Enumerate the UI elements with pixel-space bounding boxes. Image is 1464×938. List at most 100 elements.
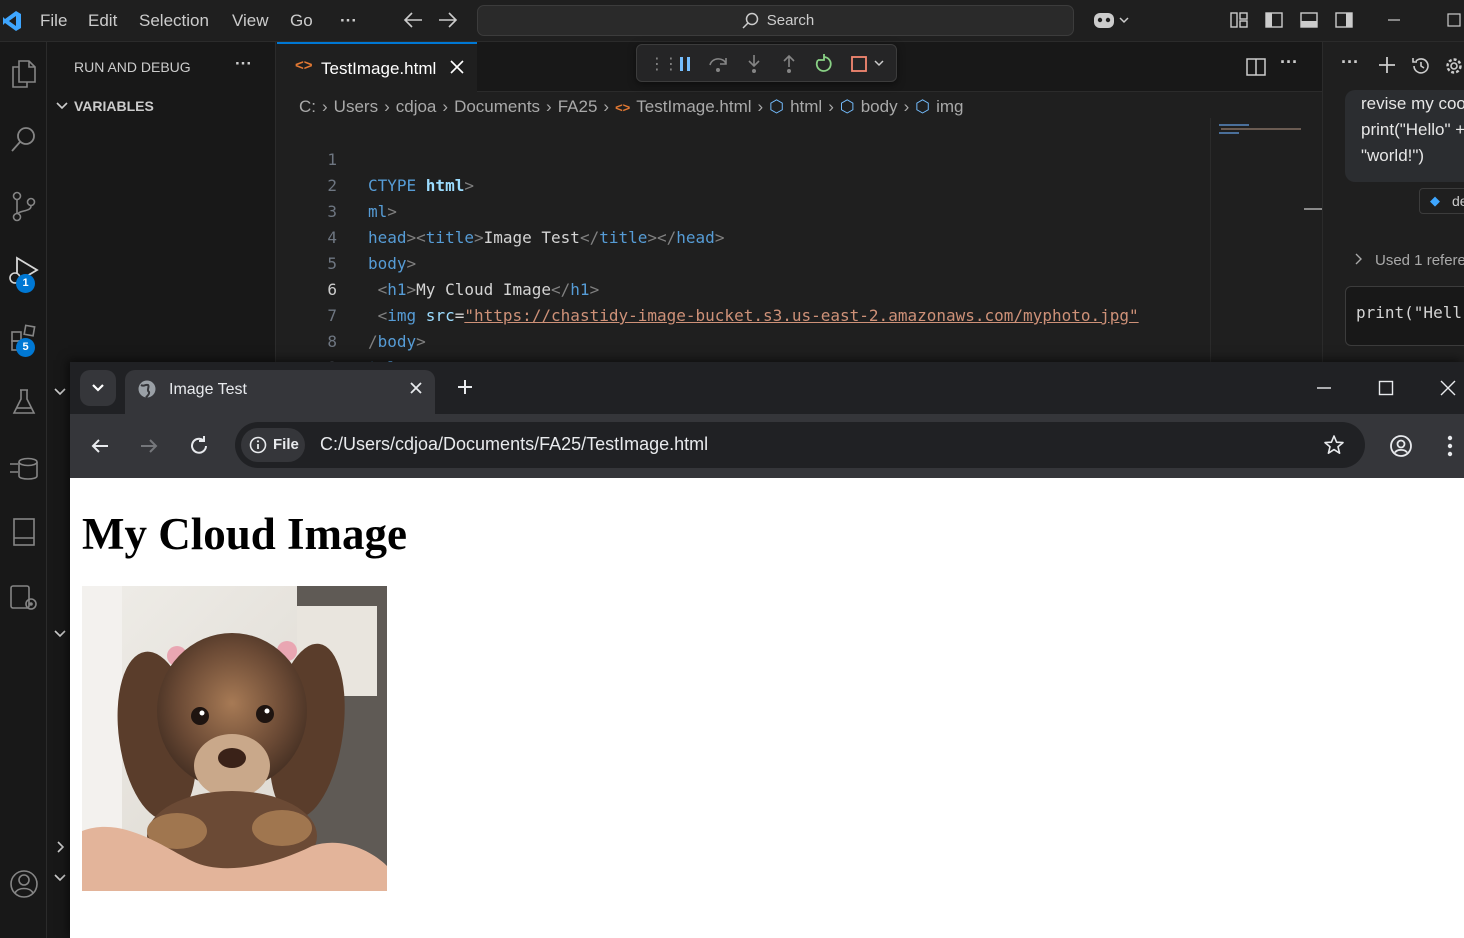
window-minimize-icon[interactable]	[1316, 380, 1332, 396]
file-reference-chip[interactable]: ◆ de	[1419, 188, 1464, 214]
code-line[interactable]: 2 ml>	[277, 147, 1322, 221]
run-debug-icon[interactable]: 1	[0, 246, 47, 294]
code-line[interactable]: 1 CTYPE html>	[277, 121, 1322, 195]
pause-icon[interactable]	[675, 54, 695, 74]
callstack-chevron-icon[interactable]	[53, 628, 67, 640]
variables-section-header[interactable]: VARIABLES	[74, 98, 154, 114]
split-editor-icon[interactable]	[1245, 56, 1267, 78]
code-line[interactable]: 4 body>	[277, 199, 1322, 273]
step-out-icon[interactable]	[778, 53, 800, 75]
breadcrumb-documents[interactable]: Documents	[454, 97, 540, 117]
browser-tab-strip: Image Test	[70, 362, 1464, 414]
site-info-chip[interactable]: File	[241, 428, 305, 462]
account-icon[interactable]	[0, 860, 47, 908]
sidebar-more-icon[interactable]: ···	[235, 54, 252, 74]
watch-chevron-icon[interactable]	[53, 386, 67, 398]
chevron-right-icon[interactable]	[1353, 252, 1365, 266]
search-view-icon[interactable]	[0, 116, 47, 164]
chevron-down-icon[interactable]	[55, 100, 69, 112]
code-line[interactable]: 7 /body>	[277, 277, 1322, 351]
forward-arrow-icon[interactable]	[437, 10, 459, 30]
breadcrumb-users[interactable]: Users	[334, 97, 378, 117]
drag-handle-icon[interactable]: ⋮⋮	[649, 54, 679, 74]
chevron-right-icon: ›	[384, 97, 390, 116]
breadcrumb-drive[interactable]: C:	[299, 97, 316, 117]
menu-go[interactable]: Go	[290, 0, 313, 42]
close-tab-icon[interactable]	[449, 59, 465, 75]
chevron-right-icon: ›	[903, 97, 910, 116]
book-icon[interactable]	[0, 508, 47, 556]
tab-search-button[interactable]	[80, 370, 116, 406]
toggle-secondary-sidebar-icon[interactable]	[1334, 10, 1354, 30]
minimize-icon[interactable]	[1386, 10, 1402, 30]
code-line[interactable]: 3 head><title>Image Test</title></head>	[277, 173, 1322, 247]
breakpoints-chevron-right-icon[interactable]	[55, 840, 67, 854]
browser-menu-icon[interactable]	[1446, 434, 1454, 458]
command-center-search[interactable]: Search	[477, 5, 1074, 36]
editor-more-icon[interactable]: ···	[1280, 52, 1298, 73]
remote-settings-icon[interactable]	[0, 574, 47, 622]
outline-chevron-icon[interactable]	[53, 872, 67, 884]
menu-selection[interactable]: Selection	[139, 0, 209, 42]
step-into-icon[interactable]	[743, 53, 765, 75]
page-heading: My Cloud Image	[82, 509, 407, 559]
copilot-icon[interactable]	[1092, 9, 1132, 31]
profile-icon[interactable]	[1389, 434, 1413, 458]
more-menu-icon[interactable]: ···	[340, 0, 357, 42]
customize-layout-icon[interactable]	[1229, 10, 1249, 30]
breadcrumb-img[interactable]: img	[936, 97, 963, 117]
symbol-cube-icon: ⬡	[915, 97, 931, 116]
window-maximize-icon[interactable]	[1378, 380, 1394, 396]
html-file-icon: <>	[615, 99, 631, 115]
bookmark-star-icon[interactable]	[1323, 434, 1345, 456]
forward-arrow-icon[interactable]	[139, 436, 159, 456]
stop-icon[interactable]	[849, 54, 869, 74]
breadcrumb-html[interactable]: html	[790, 97, 822, 117]
used-references-toggle[interactable]: Used 1 refere	[1375, 252, 1464, 269]
breadcrumb-cdjoa[interactable]: cdjoa	[396, 97, 437, 117]
code-line[interactable]: 9	[277, 329, 1322, 377]
back-arrow-icon[interactable]	[90, 436, 110, 456]
code-line[interactable]: 5 <h1>My Cloud Image</h1>	[277, 225, 1322, 299]
toggle-primary-sidebar-icon[interactable]	[1264, 10, 1284, 30]
user-message-line: revise my coo	[1361, 94, 1464, 113]
editor-area: <> TestImage.html ··· C: › Users › cdjoa…	[277, 42, 1323, 377]
chevron-down-icon[interactable]	[873, 57, 885, 69]
new-chat-icon[interactable]	[1377, 55, 1397, 75]
database-icon[interactable]	[0, 444, 47, 492]
maximize-icon[interactable]	[1446, 10, 1464, 30]
title-bar: File Edit Selection View Go ··· Search	[0, 0, 1464, 42]
window-close-icon[interactable]	[1440, 380, 1456, 396]
close-tab-icon[interactable]	[409, 381, 423, 395]
menu-edit[interactable]: Edit	[88, 0, 117, 42]
python-file-icon: ◆	[1430, 193, 1440, 208]
code-line[interactable]: 8 tml>	[277, 303, 1322, 377]
source-control-icon[interactable]	[0, 182, 47, 230]
explorer-icon[interactable]	[0, 50, 47, 98]
run-debug-badge: 1	[16, 274, 35, 293]
restart-icon[interactable]	[813, 53, 835, 75]
code-line-active[interactable]: 6 <img src="https://chastidy-image-bucke…	[277, 251, 1322, 325]
testing-icon[interactable]	[0, 378, 47, 426]
minimap[interactable]	[1210, 118, 1323, 362]
back-arrow-icon[interactable]	[402, 10, 424, 30]
browser-tab[interactable]: Image Test	[125, 370, 435, 414]
tab-testimage-html[interactable]: <> TestImage.html	[277, 42, 477, 92]
step-over-icon[interactable]	[707, 53, 729, 75]
settings-gear-icon[interactable]	[1443, 55, 1464, 77]
address-bar[interactable]: File C:/Users/cdjoa/Documents/FA25/TestI…	[235, 422, 1365, 468]
debug-toolbar: ⋮⋮	[636, 44, 897, 82]
toggle-panel-icon[interactable]	[1299, 10, 1319, 30]
extensions-icon[interactable]: 5	[0, 314, 47, 362]
breadcrumb-body[interactable]: body	[861, 97, 898, 117]
reload-icon[interactable]	[188, 435, 210, 457]
new-tab-icon[interactable]	[456, 378, 474, 396]
user-message-line: "world!")	[1361, 146, 1425, 165]
history-icon[interactable]	[1410, 55, 1432, 77]
chat-more-icon[interactable]: ···	[1341, 52, 1359, 73]
breadcrumb-file[interactable]: TestImage.html	[636, 97, 751, 117]
breadcrumb-fa25[interactable]: FA25	[558, 97, 598, 117]
menu-view[interactable]: View	[232, 0, 269, 42]
url-text[interactable]: C:/Users/cdjoa/Documents/FA25/TestImage.…	[320, 434, 708, 455]
menu-file[interactable]: File	[40, 0, 67, 42]
